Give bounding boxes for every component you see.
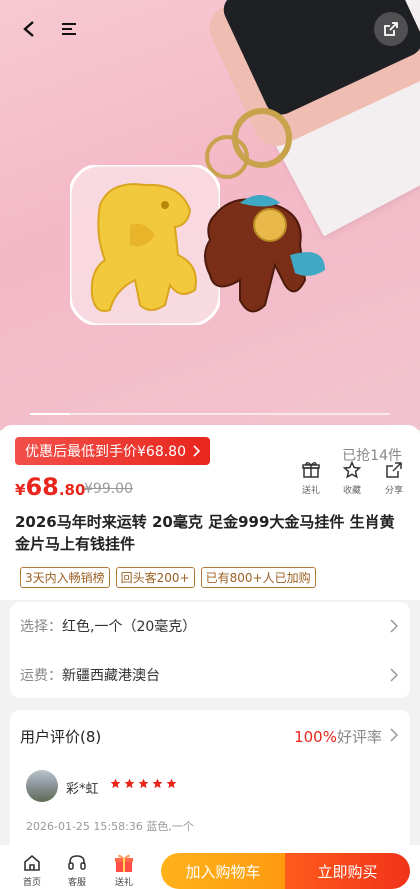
star-icon [138,778,149,789]
chevron-right-icon [193,445,200,457]
gift-action[interactable]: 送礼 [296,461,326,496]
product-tags: 3天内入畅销榜 回头客200+ 已有800+人已加购 [20,567,316,588]
share-icon [384,22,398,36]
positive-rate-percent: 100% [294,728,337,746]
share-button[interactable] [374,12,408,46]
product-info-card: 优惠后最低到手价¥68.80 已抢14件 ¥ 68 .80 ¥99.00 送礼 … [0,425,420,600]
gift-icon [115,854,133,872]
tag: 回头客200+ [115,567,195,588]
service-label: 客服 [67,878,86,888]
star-icon [343,461,361,479]
gift-label: 送礼 [114,878,133,888]
star-icon [152,778,163,789]
share-icon [386,462,402,478]
favorite-action-label: 收藏 [342,486,361,496]
spec-select-row[interactable]: 选择： 红色,一个（20毫克） [20,611,400,641]
tag: 已有800+人已加购 [200,567,316,588]
star-icon [110,778,121,789]
chevron-right-icon [390,728,398,742]
promo-price-banner[interactable]: 优惠后最低到手价¥68.80 [15,437,210,465]
spec-select-key: 选择： [20,619,62,635]
tag: 3天内入畅销榜 [20,567,110,588]
review-meta: 2026-01-25 15:58:36 蓝色,一个 [26,820,194,833]
spec-select-value: 红色,一个（20毫克） [62,619,197,635]
reviews-header[interactable]: 用户评价(8) [20,726,101,747]
avatar [26,770,58,802]
positive-rate[interactable]: 100%好评率 [294,726,382,747]
promo-label: 优惠后最低到手价¥68.80 [25,444,186,460]
back-button[interactable] [12,12,46,46]
current-price: ¥ 68 .80 [15,473,85,501]
headset-icon [68,855,86,870]
chevron-right-icon [390,668,398,682]
options-card: 选择： 红色,一个（20毫克） 运费： 新疆西藏港澳台 [10,602,410,698]
product-image[interactable] [0,0,420,430]
menu-icon [62,23,76,35]
bottom-action-bar: 首页 客服 送礼 加入购物车 立即购买 [0,845,420,889]
chevron-left-icon [23,21,34,37]
star-icon [124,778,135,789]
chevron-right-icon [390,619,398,633]
product-title: 2026马年时来运转 20毫克 足金999大金马挂件 生肖黄金片马上有钱挂件 [15,513,395,553]
buy-now-button[interactable]: 立即购买 [285,853,410,889]
share-action-label: 分享 [384,486,403,496]
leather-horse-pendant [204,195,325,313]
shipping-key: 运费： [20,668,62,684]
positive-rate-label: 好评率 [336,728,382,746]
home-icon [24,854,40,871]
price-decimal: .80 [58,481,86,499]
menu-button[interactable] [52,12,86,46]
shipping-value: 新疆西藏港澳台 [62,668,160,684]
gift-action-label: 送礼 [301,486,320,496]
image-pager [30,413,390,415]
home-nav[interactable]: 首页 [12,853,52,888]
shipping-row[interactable]: 运费： 新疆西藏港澳台 [20,660,400,690]
share-action[interactable]: 分享 [379,461,409,496]
reviews-card: 用户评价(8) 100%好评率 彩*虹 2026-01-25 15:58:36 … [10,710,410,860]
price-integer: 68 [25,473,59,501]
rating-stars [110,778,177,789]
gift-nav[interactable]: 送礼 [104,853,144,888]
star-icon [166,778,177,789]
gift-icon [302,462,320,478]
review-username: 彩*虹 [66,782,99,797]
add-to-cart-button[interactable]: 加入购物车 [161,853,285,889]
home-label: 首页 [22,878,41,888]
service-nav[interactable]: 客服 [57,853,97,888]
favorite-action[interactable]: 收藏 [337,461,367,496]
original-price: ¥99.00 [84,481,133,497]
price-symbol: ¥ [15,481,26,499]
